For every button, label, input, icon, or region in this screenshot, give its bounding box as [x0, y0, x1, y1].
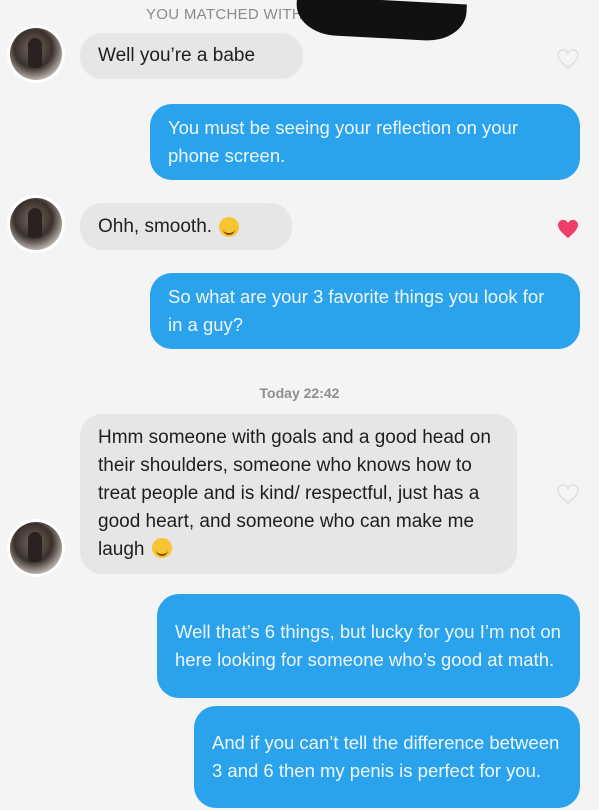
timestamp: Today 22:42	[259, 385, 340, 401]
incoming-message: Hmm someone with goals and a good head o…	[80, 414, 517, 574]
incoming-message: Well you’re a babe	[80, 33, 303, 79]
smiling-emoji-icon	[151, 538, 172, 558]
matched-with-label: YOU MATCHED WITH	[146, 6, 304, 23]
outgoing-message: Well that’s 6 things, but lucky for you …	[157, 594, 580, 698]
winking-tongue-emoji-icon	[219, 216, 240, 237]
like-heart-filled-icon[interactable]	[557, 219, 579, 239]
avatar[interactable]	[10, 28, 62, 80]
message-text: And if you can’t tell the difference bet…	[212, 732, 560, 781]
message-text: Hmm someone with goals and a good head o…	[98, 427, 491, 560]
redaction-mark	[295, 0, 467, 43]
outgoing-message: So what are your 3 favorite things you l…	[150, 273, 580, 349]
avatar[interactable]	[10, 522, 62, 574]
outgoing-message: You must be seeing your reflection on yo…	[150, 104, 580, 180]
outgoing-message: And if you can’t tell the difference bet…	[194, 706, 580, 808]
message-text: Well that’s 6 things, but lucky for you …	[175, 621, 561, 670]
avatar[interactable]	[10, 198, 62, 250]
message-text: Ohh, smooth.	[98, 215, 213, 237]
message-text: Well you’re a babe	[98, 45, 256, 66]
incoming-message: Ohh, smooth.	[80, 203, 292, 250]
message-text: So what are your 3 favorite things you l…	[168, 286, 545, 335]
like-heart-outline-icon[interactable]	[557, 484, 579, 504]
message-text: You must be seeing your reflection on yo…	[168, 117, 519, 166]
like-heart-outline-icon[interactable]	[557, 49, 579, 69]
